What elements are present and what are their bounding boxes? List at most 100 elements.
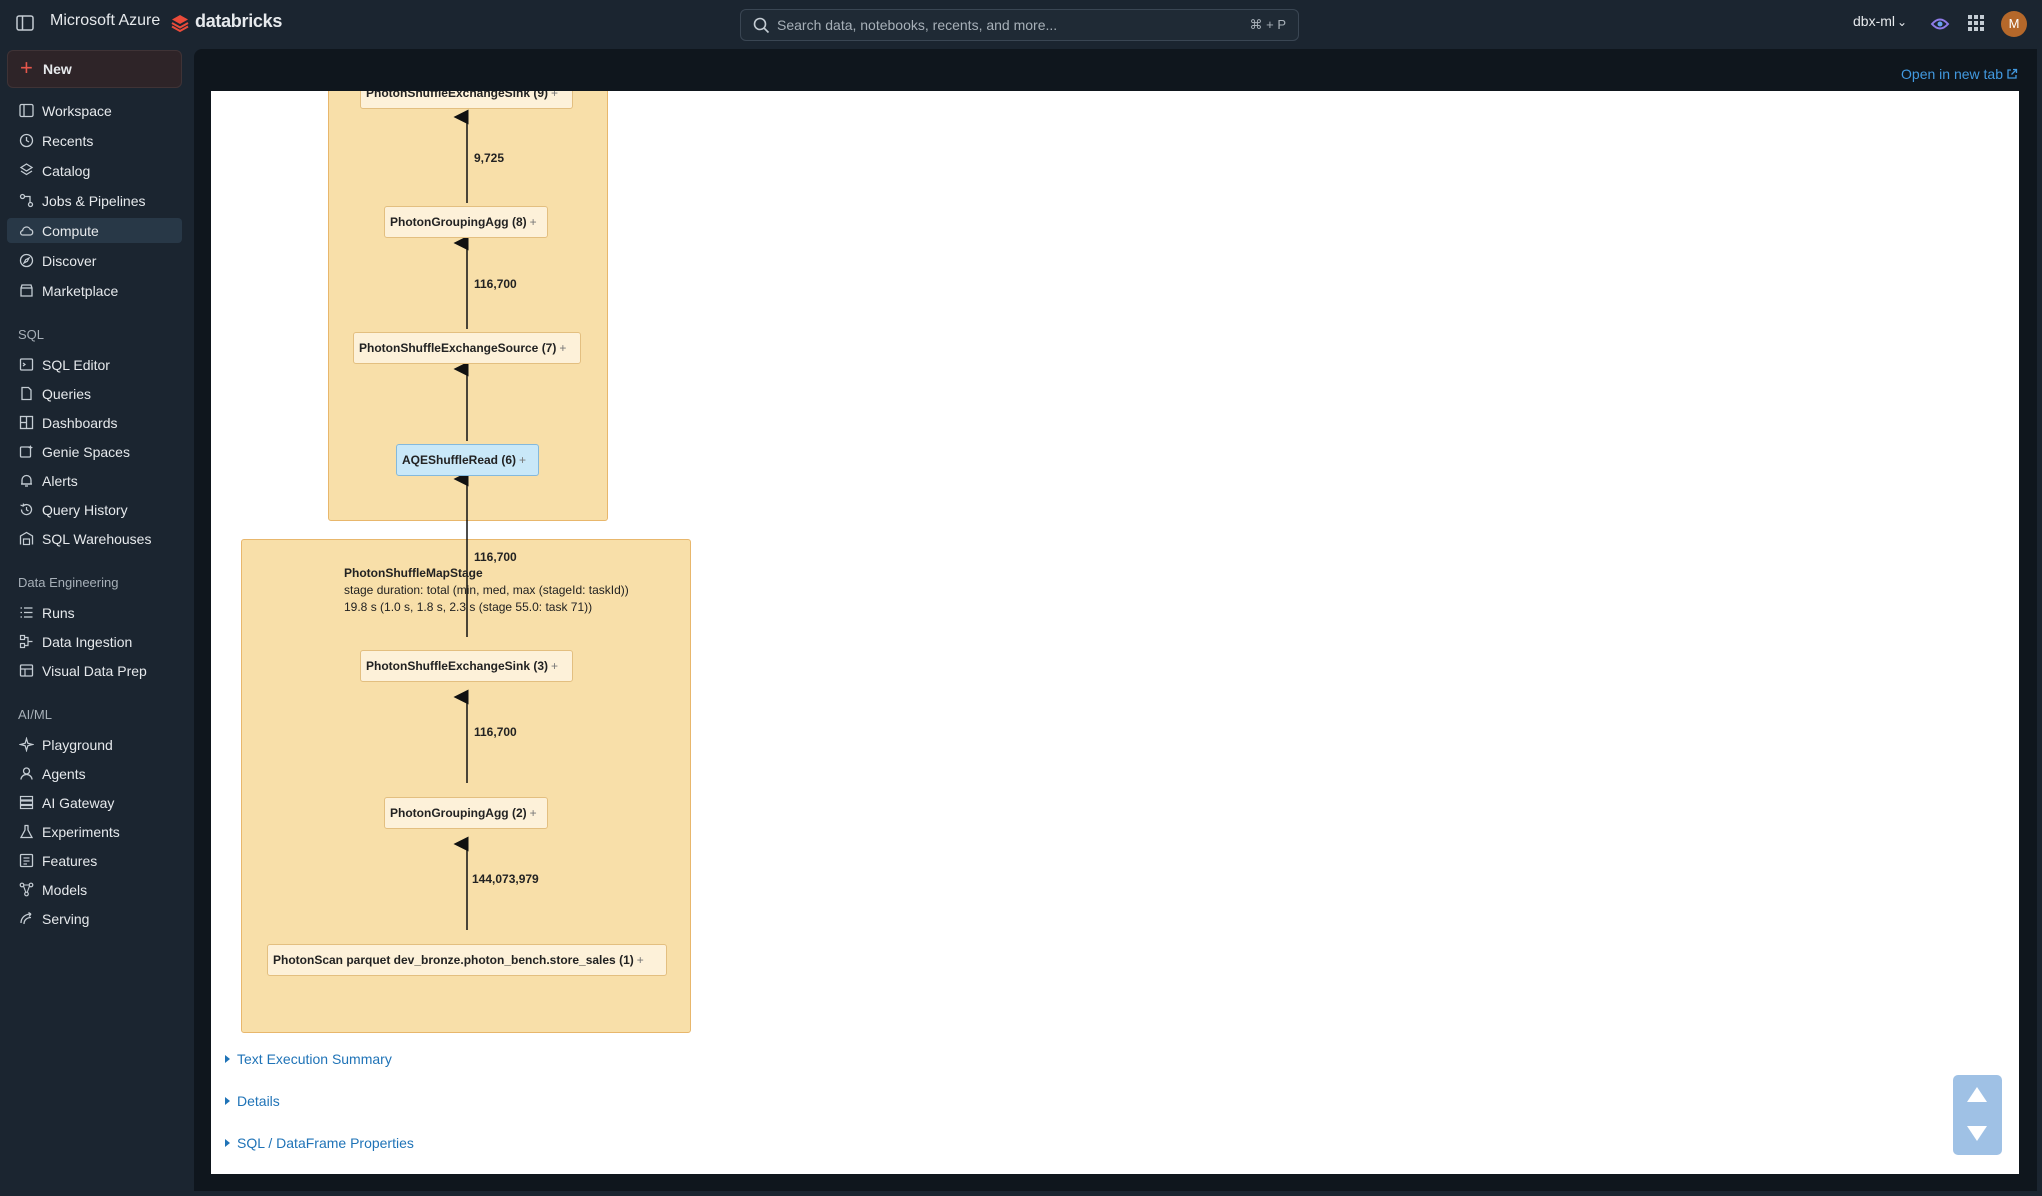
sidebar-item-genie-spaces[interactable]: Genie Spaces bbox=[7, 439, 182, 464]
sidebar-item-label: Features bbox=[42, 853, 98, 869]
search-icon bbox=[753, 17, 770, 34]
sidebar-item-features[interactable]: Features bbox=[7, 848, 182, 873]
scroll-up-icon[interactable] bbox=[1967, 1087, 1987, 1102]
agent-icon bbox=[20, 767, 33, 780]
compass-icon bbox=[19, 253, 34, 268]
sidebar-item-label: Discover bbox=[42, 253, 97, 269]
data-prep-icon bbox=[19, 664, 34, 677]
expand-plus-icon[interactable]: + bbox=[637, 953, 644, 967]
sidebar-toggle-icon[interactable] bbox=[16, 14, 34, 32]
global-search[interactable]: Search data, notebooks, recents, and mor… bbox=[740, 9, 1299, 41]
open-in-new-tab-label: Open in new tab bbox=[1901, 66, 2003, 82]
new-button[interactable]: + New bbox=[7, 50, 182, 88]
sidebar-item-label: Playground bbox=[42, 737, 113, 753]
sidebar-item-runs[interactable]: Runs bbox=[7, 600, 182, 625]
edge-label-rows: 116,700 bbox=[474, 725, 517, 739]
external-link-icon bbox=[2007, 68, 2018, 79]
plus-icon: + bbox=[20, 55, 33, 80]
gateway-icon bbox=[19, 795, 34, 810]
sparkle-icon bbox=[19, 737, 34, 752]
sidebar-item-label: Genie Spaces bbox=[42, 444, 130, 460]
flask-icon bbox=[19, 824, 34, 839]
section-data-engineering-heading: Data Engineering bbox=[18, 575, 119, 590]
main-content: Open in new tab PhotonShuffleExchangeSin… bbox=[194, 49, 2037, 1191]
node-shuffle-sink-9[interactable]: PhotonShuffleExchangeSink (9) + bbox=[360, 91, 573, 109]
user-avatar[interactable]: M bbox=[2001, 11, 2027, 37]
section-aiml-heading: AI/ML bbox=[18, 707, 52, 722]
expand-plus-icon[interactable]: + bbox=[551, 91, 558, 100]
expand-plus-icon[interactable]: + bbox=[530, 215, 537, 229]
map-stage-duration-label: stage duration: total (min, med, max (st… bbox=[344, 583, 629, 597]
details-toggle[interactable]: Details bbox=[225, 1093, 280, 1109]
top-bar: Microsoft Azure databricks Search data, … bbox=[0, 0, 2042, 48]
databricks-logo-icon[interactable] bbox=[170, 13, 190, 33]
sidebar-item-agents[interactable]: Agents bbox=[7, 761, 182, 786]
text-execution-summary-toggle[interactable]: Text Execution Summary bbox=[225, 1051, 392, 1067]
sidebar-item-visual-data-prep[interactable]: Visual Data Prep bbox=[7, 658, 182, 683]
open-in-new-tab-link[interactable]: Open in new tab bbox=[1901, 66, 2018, 82]
sidebar-item-compute[interactable]: Compute bbox=[7, 218, 182, 243]
search-shortcut: ⌘ + P bbox=[1249, 17, 1287, 32]
assistant-icon[interactable] bbox=[1929, 13, 1951, 35]
edge-label-rows: 144,073,979 bbox=[472, 872, 539, 886]
node-label: PhotonScan parquet dev_bronze.photon_ben… bbox=[273, 953, 634, 967]
sidebar-item-catalog[interactable]: Catalog bbox=[7, 158, 182, 183]
sidebar-item-label: SQL Editor bbox=[42, 357, 110, 373]
node-shuffle-sink-3[interactable]: PhotonShuffleExchangeSink (3) + bbox=[360, 650, 573, 682]
sidebar-item-recents[interactable]: Recents bbox=[7, 128, 182, 153]
serving-icon bbox=[20, 911, 32, 925]
sidebar-item-jobs-pipelines[interactable]: Jobs & Pipelines bbox=[7, 188, 182, 213]
sidebar-item-ai-gateway[interactable]: AI Gateway bbox=[7, 790, 182, 815]
sidebar-item-queries[interactable]: Queries bbox=[7, 381, 182, 406]
sidebar-item-label: Alerts bbox=[42, 473, 78, 489]
expand-plus-icon[interactable]: + bbox=[551, 659, 558, 673]
caret-right-icon bbox=[225, 1139, 230, 1147]
list-icon bbox=[20, 607, 33, 618]
sidebar-item-serving[interactable]: Serving bbox=[7, 906, 182, 931]
expand-plus-icon[interactable]: + bbox=[530, 806, 537, 820]
node-grouping-agg-8[interactable]: PhotonGroupingAgg (8) + bbox=[384, 206, 548, 238]
edge-label-rows: 9,725 bbox=[474, 151, 505, 165]
sidebar-item-playground[interactable]: Playground bbox=[7, 732, 182, 757]
sidebar-item-query-history[interactable]: Query History bbox=[7, 497, 182, 522]
sidebar-item-marketplace[interactable]: Marketplace bbox=[7, 278, 182, 303]
sidebar-item-sql-warehouses[interactable]: SQL Warehouses bbox=[7, 526, 182, 551]
sidebar-item-alerts[interactable]: Alerts bbox=[7, 468, 182, 493]
sidebar-item-experiments[interactable]: Experiments bbox=[7, 819, 182, 844]
catalog-icon bbox=[19, 163, 34, 176]
sql-dataframe-properties-toggle[interactable]: SQL / DataFrame Properties bbox=[225, 1135, 414, 1151]
sidebar-item-label: Workspace bbox=[42, 103, 112, 119]
workspace-switcher[interactable]: dbx-ml ⌄ bbox=[1853, 13, 1907, 29]
workspace-icon bbox=[19, 103, 34, 118]
node-aqe-shuffle-read-6[interactable]: AQEShuffleRead (6) + bbox=[396, 444, 539, 476]
scroll-down-icon[interactable] bbox=[1967, 1126, 1987, 1141]
apps-grid-icon[interactable] bbox=[1967, 14, 1985, 32]
section-label: SQL / DataFrame Properties bbox=[237, 1135, 414, 1151]
sidebar-item-label: Query History bbox=[42, 502, 128, 518]
node-label: AQEShuffleRead (6) bbox=[402, 453, 517, 467]
node-shuffle-source-7[interactable]: PhotonShuffleExchangeSource (7) + bbox=[353, 332, 581, 364]
caret-right-icon bbox=[225, 1097, 230, 1105]
expand-plus-icon[interactable]: + bbox=[559, 341, 566, 355]
workflows-icon bbox=[19, 193, 34, 208]
sidebar-item-workspace[interactable]: Workspace bbox=[7, 98, 182, 123]
sidebar-item-sql-editor[interactable]: SQL Editor bbox=[7, 352, 182, 377]
node-grouping-agg-2[interactable]: PhotonGroupingAgg (2) + bbox=[384, 797, 548, 829]
product-name[interactable]: databricks bbox=[195, 11, 282, 32]
workspace-name: dbx-ml bbox=[1853, 13, 1896, 29]
sidebar-item-models[interactable]: Models bbox=[7, 877, 182, 902]
sidebar-item-label: Queries bbox=[42, 386, 92, 402]
sidebar-item-dashboards[interactable]: Dashboards bbox=[7, 410, 182, 435]
ingestion-icon bbox=[19, 634, 33, 649]
sidebar-item-label: Experiments bbox=[42, 824, 120, 840]
clock-icon bbox=[19, 133, 34, 148]
node-photon-scan-1[interactable]: PhotonScan parquet dev_bronze.photon_ben… bbox=[267, 944, 667, 976]
bell-icon bbox=[21, 474, 32, 487]
query-icon bbox=[21, 386, 32, 401]
sidebar-item-data-ingestion[interactable]: Data Ingestion bbox=[7, 629, 182, 654]
sidebar-item-label: Marketplace bbox=[42, 283, 119, 299]
search-placeholder: Search data, notebooks, recents, and mor… bbox=[777, 17, 1058, 33]
sidebar-item-discover[interactable]: Discover bbox=[7, 248, 182, 273]
new-button-label: New bbox=[43, 61, 72, 77]
expand-plus-icon[interactable]: + bbox=[519, 453, 526, 467]
